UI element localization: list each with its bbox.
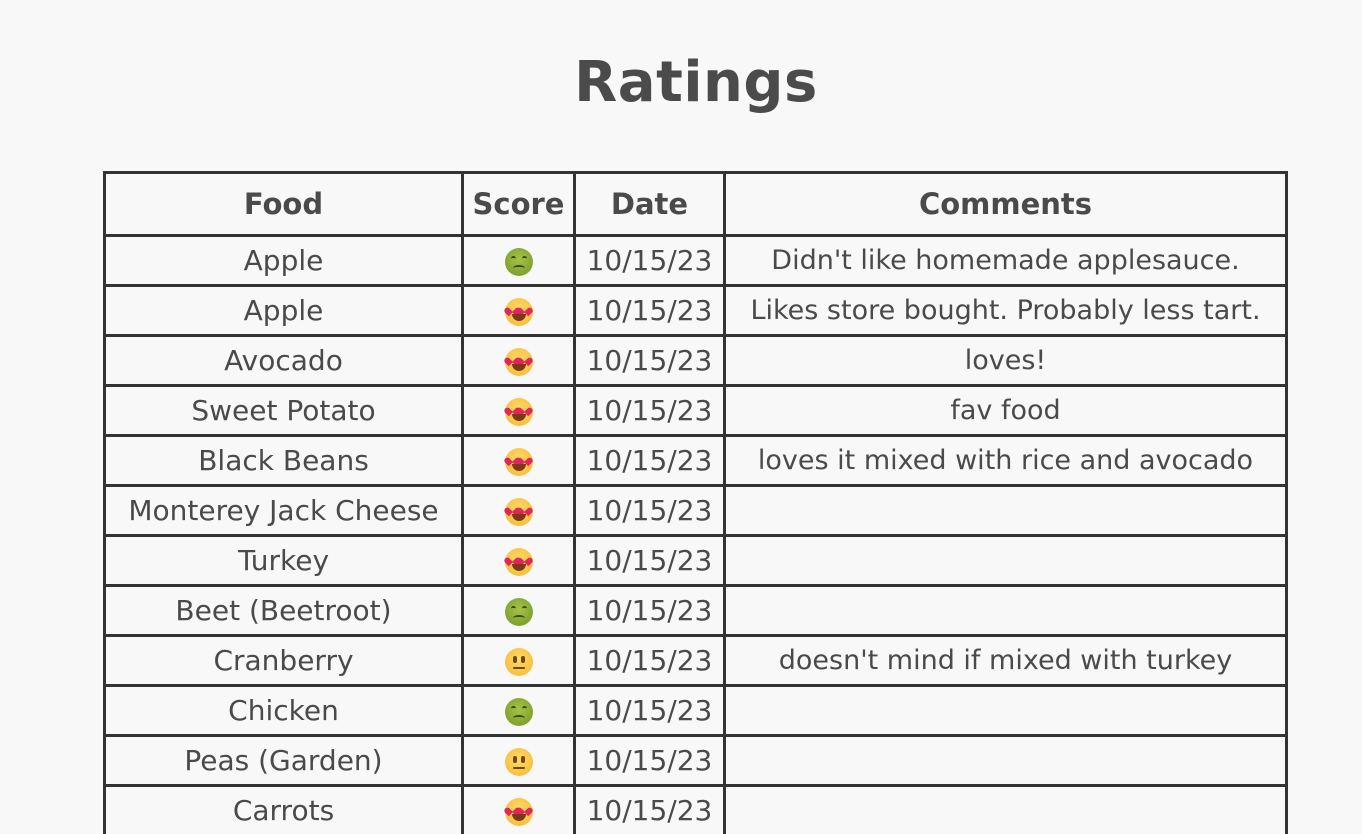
food-cell: Carrots bbox=[103, 784, 464, 834]
comments-cell bbox=[723, 784, 1288, 834]
score-cell bbox=[461, 734, 576, 787]
column-header-score: Score bbox=[461, 171, 576, 237]
heart-eyes-face-icon bbox=[504, 448, 533, 476]
score-cell bbox=[461, 634, 576, 687]
date-cell: 10/15/23 bbox=[573, 334, 726, 387]
heart-eyes-face-icon bbox=[504, 398, 533, 426]
food-cell: Monterey Jack Cheese bbox=[103, 484, 464, 537]
table-row: Carrots 10/15/23 bbox=[103, 784, 1288, 834]
score-cell bbox=[461, 434, 576, 487]
comments-cell: loves it mixed with rice and avocado bbox=[723, 434, 1288, 487]
date-cell: 10/15/23 bbox=[573, 234, 726, 287]
comments-cell bbox=[723, 584, 1288, 637]
food-cell: Chicken bbox=[103, 684, 464, 737]
neutral-face-icon bbox=[504, 748, 533, 776]
comments-cell bbox=[723, 484, 1288, 537]
date-cell: 10/15/23 bbox=[573, 684, 726, 737]
date-cell: 10/15/23 bbox=[573, 634, 726, 687]
score-cell bbox=[461, 584, 576, 637]
date-cell: 10/15/23 bbox=[573, 784, 726, 834]
heart-eyes-face-icon bbox=[504, 798, 533, 826]
date-cell: 10/15/23 bbox=[573, 284, 726, 337]
food-cell: Apple bbox=[103, 284, 464, 337]
table-row: Avocado 10/15/23 loves! bbox=[103, 334, 1288, 387]
neutral-face-icon bbox=[504, 648, 533, 676]
column-header-comments: Comments bbox=[723, 171, 1288, 237]
score-cell bbox=[461, 234, 576, 287]
table-header-row: Food Score Date Comments bbox=[103, 171, 1288, 237]
date-cell: 10/15/23 bbox=[573, 484, 726, 537]
comments-cell: Likes store bought. Probably less tart. bbox=[723, 284, 1288, 337]
table-row: Turkey 10/15/23 bbox=[103, 534, 1288, 587]
column-header-date: Date bbox=[573, 171, 726, 237]
nauseated-face-icon bbox=[504, 248, 533, 276]
food-cell: Apple bbox=[103, 234, 464, 287]
food-cell: Sweet Potato bbox=[103, 384, 464, 437]
table-row: Chicken 10/15/23 bbox=[103, 684, 1288, 737]
table-row: Black Beans 10/15/23 loves it mixed with r… bbox=[103, 434, 1288, 487]
table-row: Sweet Potato 10/15/23 fav food bbox=[103, 384, 1288, 437]
score-cell bbox=[461, 284, 576, 337]
date-cell: 10/15/23 bbox=[573, 534, 726, 587]
nauseated-face-icon bbox=[504, 598, 533, 626]
heart-eyes-face-icon bbox=[504, 548, 533, 576]
comments-cell: doesn't mind if mixed with turkey bbox=[723, 634, 1288, 687]
comments-cell: Didn't like homemade applesauce. bbox=[723, 234, 1288, 287]
score-cell bbox=[461, 384, 576, 437]
ratings-page: Ratings Food Score Date Comments Apple 10… bbox=[0, 0, 1362, 834]
table-row: Peas (Garden) 10/15/23 bbox=[103, 734, 1288, 787]
comments-cell bbox=[723, 684, 1288, 737]
nauseated-face-icon bbox=[504, 698, 533, 726]
date-cell: 10/15/23 bbox=[573, 434, 726, 487]
table-body: Apple 10/15/23 Didn't like homemade apples… bbox=[103, 234, 1288, 834]
food-cell: Peas (Garden) bbox=[103, 734, 464, 787]
table-row: Cranberry 10/15/23 doesn't mind if mixed w… bbox=[103, 634, 1288, 687]
table-row: Apple 10/15/23 Didn't like homemade apples… bbox=[103, 234, 1288, 287]
column-header-food: Food bbox=[103, 171, 464, 237]
comments-cell bbox=[723, 734, 1288, 787]
page-title: Ratings bbox=[574, 50, 818, 115]
heart-eyes-face-icon bbox=[504, 498, 533, 526]
table-row: Monterey Jack Cheese 10/15/23 bbox=[103, 484, 1288, 537]
comments-cell bbox=[723, 534, 1288, 587]
food-cell: Avocado bbox=[103, 334, 464, 387]
comments-cell: fav food bbox=[723, 384, 1288, 437]
score-cell bbox=[461, 334, 576, 387]
date-cell: 10/15/23 bbox=[573, 584, 726, 637]
heart-eyes-face-icon bbox=[504, 298, 533, 326]
table-row: Beet (Beetroot) 10/15/23 bbox=[103, 584, 1288, 637]
score-cell bbox=[461, 784, 576, 834]
food-cell: Black Beans bbox=[103, 434, 464, 487]
food-cell: Beet (Beetroot) bbox=[103, 584, 464, 637]
ratings-table: Food Score Date Comments Apple 10/15/23 Di… bbox=[103, 171, 1288, 834]
food-cell: Turkey bbox=[103, 534, 464, 587]
score-cell bbox=[461, 684, 576, 737]
table-row: Apple 10/15/23 Likes store bought. Probabl… bbox=[103, 284, 1288, 337]
date-cell: 10/15/23 bbox=[573, 384, 726, 437]
food-cell: Cranberry bbox=[103, 634, 464, 687]
score-cell bbox=[461, 484, 576, 537]
date-cell: 10/15/23 bbox=[573, 734, 726, 787]
comments-cell: loves! bbox=[723, 334, 1288, 387]
score-cell bbox=[461, 534, 576, 587]
heart-eyes-face-icon bbox=[504, 348, 533, 376]
